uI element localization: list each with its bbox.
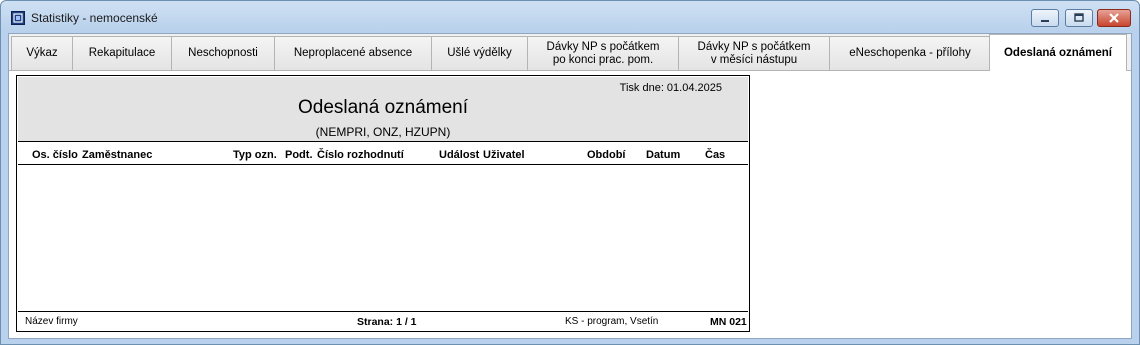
col-os-cislo: Os. číslo: [32, 149, 78, 161]
report-subtitle: (NEMPRI, ONZ, HZUPN): [315, 125, 451, 139]
app-logo-icon: [11, 11, 25, 25]
footer-rule: [18, 311, 748, 312]
report-header: Tisk dne: 01.04.2025 Odeslaná oznámení (…: [18, 77, 748, 142]
col-uzivatel: Uživatel: [483, 149, 525, 161]
print-date: Tisk dne: 01.04.2025: [619, 82, 722, 94]
minimize-icon: [1041, 20, 1049, 22]
tab-davky-v-mesici[interactable]: Dávky NP s počátkem v měsíci nástupu: [678, 36, 830, 70]
footer-code: MN 021: [710, 316, 747, 328]
tab-vykaz[interactable]: Výkaz: [11, 36, 73, 70]
col-zamestnanec: Zaměstnanec: [82, 149, 153, 161]
col-datum: Datum: [646, 149, 681, 161]
tab-neproplacene-absence[interactable]: Neproplacené absence: [274, 36, 432, 70]
tab-davky-po-konci[interactable]: Dávky NP s počátkem po konci prac. pom.: [527, 36, 679, 70]
col-obdobi: Období: [587, 149, 626, 161]
column-header-rule: [18, 164, 748, 165]
maximize-button[interactable]: [1065, 9, 1093, 27]
title-bar[interactable]: Statistiky - nemocenské: [1, 1, 1139, 33]
tab-panel: Tisk dne: 01.04.2025 Odeslaná oznámení (…: [9, 70, 1131, 338]
app-window: Statistiky - nemocenské Výkaz Rekapitula…: [0, 0, 1140, 345]
tab-rekapitulace[interactable]: Rekapitulace: [72, 36, 172, 70]
col-cislo-rozhodnuti: Číslo rozhodnutí: [317, 149, 404, 161]
close-button[interactable]: [1097, 9, 1131, 27]
tab-eneschopenka-prilohy[interactable]: eNeschopenka - přílohy: [829, 36, 991, 70]
tab-strip: Výkaz Rekapitulace Neschopnosti Nepropla…: [9, 34, 1131, 71]
col-typ-ozn: Typ ozn.: [233, 149, 277, 161]
report-preview: Tisk dne: 01.04.2025 Odeslaná oznámení (…: [16, 75, 750, 332]
col-podt: Podt.: [285, 149, 313, 161]
maximize-icon: [1074, 13, 1084, 22]
report-title: Odeslaná oznámení: [297, 97, 469, 118]
footer-company: Název firmy: [25, 316, 78, 327]
tab-odeslana-oznameni[interactable]: Odeslaná oznámení: [989, 34, 1127, 71]
tab-neschopnosti[interactable]: Neschopnosti: [171, 36, 275, 70]
footer-page: Strana: 1 / 1: [357, 316, 417, 328]
client-area: Výkaz Rekapitulace Neschopnosti Nepropla…: [8, 33, 1132, 339]
close-icon: [1109, 13, 1119, 23]
window-title: Statistiky - nemocenské: [31, 11, 158, 25]
minimize-button[interactable]: [1031, 9, 1059, 27]
tab-usle-vydelky[interactable]: Ušlé výdělky: [431, 36, 528, 70]
col-cas: Čas: [705, 149, 726, 161]
footer-vendor: KS - program, Vsetín: [565, 316, 659, 327]
col-udalost: Událost: [439, 149, 480, 161]
